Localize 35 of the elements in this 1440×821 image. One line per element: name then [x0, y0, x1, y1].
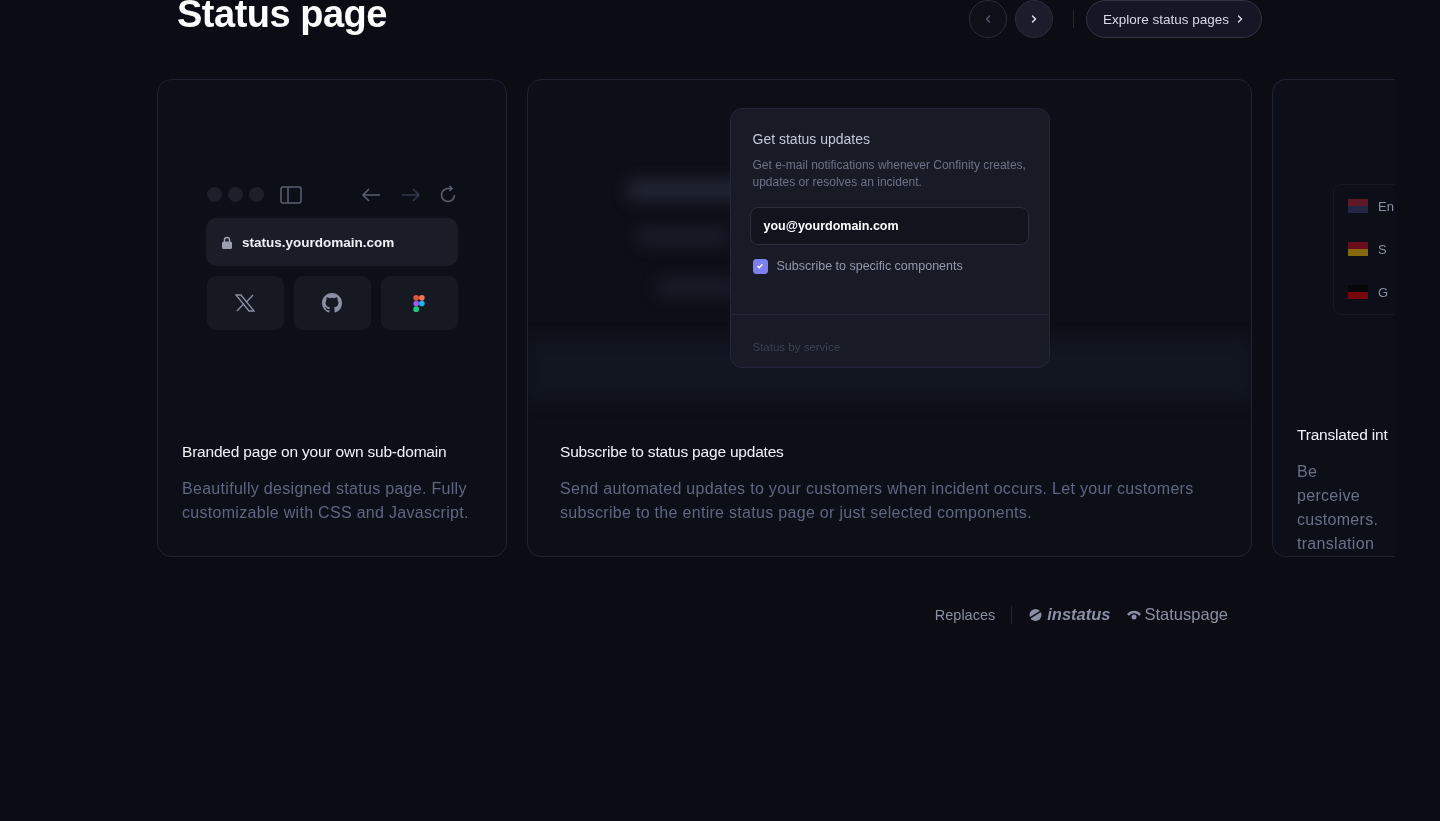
- x-logo-icon: [235, 294, 255, 312]
- email-field[interactable]: you@yourdomain.com: [749, 206, 1029, 245]
- language-name: G: [1378, 284, 1389, 300]
- forward-arrow-icon: [401, 187, 421, 202]
- url-text: status.yourdomain.com: [242, 234, 395, 250]
- language-name: En: [1378, 198, 1394, 214]
- figma-logo-icon: [413, 294, 425, 312]
- reload-icon: [439, 185, 457, 204]
- page-title: Status page: [177, 0, 388, 33]
- replaces-label: Replaces: [934, 606, 996, 623]
- card-title: Branded page on your own sub-domain: [181, 443, 448, 461]
- checkbox-label: Subscribe to specific components: [776, 259, 963, 273]
- card-title: Translated int: [1296, 426, 1389, 444]
- chevron-right-icon: [1235, 14, 1245, 24]
- flag-icon: [1348, 285, 1368, 299]
- flag-icon: [1348, 199, 1368, 213]
- form-title: Get status updates: [752, 130, 872, 147]
- checkbox[interactable]: [752, 258, 768, 274]
- next-button[interactable]: [1014, 0, 1053, 38]
- explore-button[interactable]: Explore status pages: [1085, 0, 1262, 38]
- flag-icon: [1348, 242, 1368, 256]
- back-arrow-icon: [361, 187, 381, 202]
- sidebar-icon: [280, 185, 302, 204]
- competitor-logo: instatus: [1028, 605, 1111, 624]
- competitor-logo: Statuspage: [1126, 605, 1228, 624]
- language-name: S: [1378, 241, 1387, 257]
- card-description: Send automated updates to your customers when incident occurs. Let your customers subscribe to the entire status page or just selected components.: [559, 479, 1195, 523]
- form-description: Get e-mail notifications whenever Confinity creates, updates or resolves an incident.: [752, 156, 1027, 191]
- card-description: Beautifully designed status page. Fully customizable with CSS and Javascript.: [181, 479, 470, 523]
- lock-icon: [222, 235, 232, 249]
- planet-icon: [1028, 606, 1044, 623]
- card-description: Be perceive customers. translation: [1296, 462, 1380, 554]
- card-title: Subscribe to status page updates: [559, 443, 785, 461]
- checkmark-icon: [756, 262, 764, 270]
- github-logo-icon: [322, 293, 342, 313]
